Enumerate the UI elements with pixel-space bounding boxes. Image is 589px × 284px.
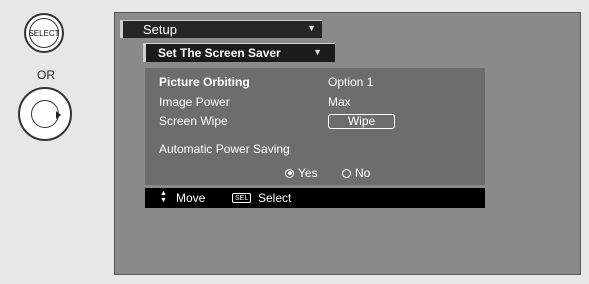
- sel-key-icon: SEL: [232, 193, 252, 203]
- caret-down-icon: ▼: [307, 23, 316, 33]
- tv-screen: Setup ▼ Set The Screen Saver ▼ Picture O…: [114, 12, 581, 275]
- picture-orbiting-value[interactable]: Option 1: [328, 75, 373, 89]
- status-bar: ▲ ▼ Move SEL Select: [145, 188, 485, 208]
- screen-wipe-label[interactable]: Screen Wipe: [159, 114, 228, 128]
- select-remote-button: SELECT: [24, 13, 64, 53]
- settings-panel: Picture Orbiting Option 1 Image Power Ma…: [145, 68, 485, 185]
- or-label: OR: [37, 68, 55, 82]
- power-saving-label: Automatic Power Saving: [159, 142, 290, 156]
- navigation-ring-icon: [31, 100, 59, 128]
- setup-menu-label: Setup: [143, 22, 177, 37]
- up-down-arrow-icon: ▲ ▼: [160, 190, 167, 204]
- image-power-value[interactable]: Max: [328, 95, 351, 109]
- screen-saver-submenu-label: Set The Screen Saver: [158, 46, 281, 60]
- caret-down-icon: ▼: [313, 47, 322, 57]
- image-power-label[interactable]: Image Power: [159, 95, 230, 109]
- select-hint-label: Select: [258, 191, 292, 205]
- select-remote-label: SELECT: [28, 18, 60, 48]
- no-label: No: [355, 166, 371, 180]
- move-hint-label: Move: [176, 191, 206, 205]
- screen-saver-submenu[interactable]: Set The Screen Saver ▼: [143, 43, 335, 62]
- right-arrow-icon: [56, 111, 61, 119]
- setup-menu[interactable]: Setup ▼: [120, 20, 322, 38]
- power-saving-no-radio[interactable]: No: [342, 166, 370, 180]
- radio-checked-icon: [285, 168, 294, 178]
- navigation-remote-button: [18, 87, 72, 141]
- yes-label: Yes: [298, 166, 318, 180]
- radio-unchecked-icon: [342, 168, 351, 178]
- picture-orbiting-label[interactable]: Picture Orbiting: [159, 75, 250, 89]
- power-saving-yes-radio[interactable]: Yes: [285, 166, 318, 180]
- wipe-button[interactable]: Wipe: [328, 114, 395, 129]
